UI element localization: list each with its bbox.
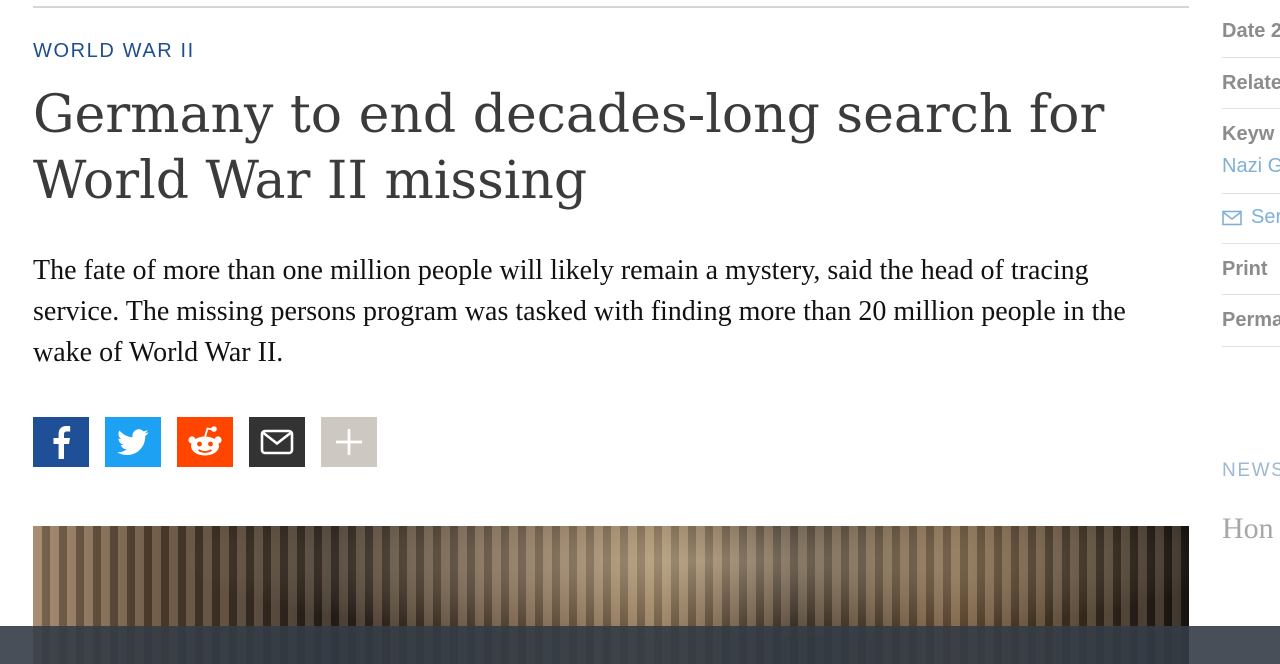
meta-divider xyxy=(1222,57,1280,58)
meta-related: Relate xyxy=(1222,72,1280,94)
meta-divider xyxy=(1222,346,1280,347)
send-link[interactable]: Ser xyxy=(1222,206,1280,229)
plus-icon xyxy=(335,428,363,456)
envelope-icon xyxy=(1222,210,1242,226)
related-news-headline[interactable]: Hon with extra xyxy=(1222,508,1280,549)
article-page: WORLD WAR II Germany to end decades-long… xyxy=(0,0,1280,664)
reddit-icon xyxy=(186,425,224,459)
share-more-button[interactable] xyxy=(321,417,377,467)
meta-divider xyxy=(1222,243,1280,244)
article-headline: Germany to end decades-long search for W… xyxy=(33,85,1105,211)
meta-divider xyxy=(1222,193,1280,194)
meta-divider xyxy=(1222,294,1280,295)
envelope-icon xyxy=(260,429,294,455)
print-link[interactable]: Print xyxy=(1222,258,1280,281)
share-email-button[interactable] xyxy=(249,417,305,467)
permalink-link[interactable]: Perma xyxy=(1222,309,1280,332)
news-section-label: NEWS xyxy=(1222,460,1280,481)
share-bar xyxy=(33,417,377,467)
article-kicker[interactable]: WORLD WAR II xyxy=(33,40,195,63)
facebook-icon xyxy=(50,425,72,459)
send-label: Ser xyxy=(1251,206,1280,228)
meta-divider xyxy=(1222,108,1280,109)
top-divider xyxy=(33,6,1189,8)
share-facebook-button[interactable] xyxy=(33,417,89,467)
meta-date: Date 2 xyxy=(1222,20,1280,42)
keyword-link[interactable]: Nazi G xyxy=(1222,155,1280,178)
article-teaser: The fate of more than one million people… xyxy=(33,255,1126,368)
share-twitter-button[interactable] xyxy=(105,417,161,467)
share-reddit-button[interactable] xyxy=(177,417,233,467)
meta-keywords-label: Keyw xyxy=(1222,123,1275,145)
bottom-overlay-bar xyxy=(0,626,1280,664)
twitter-icon xyxy=(117,428,149,456)
